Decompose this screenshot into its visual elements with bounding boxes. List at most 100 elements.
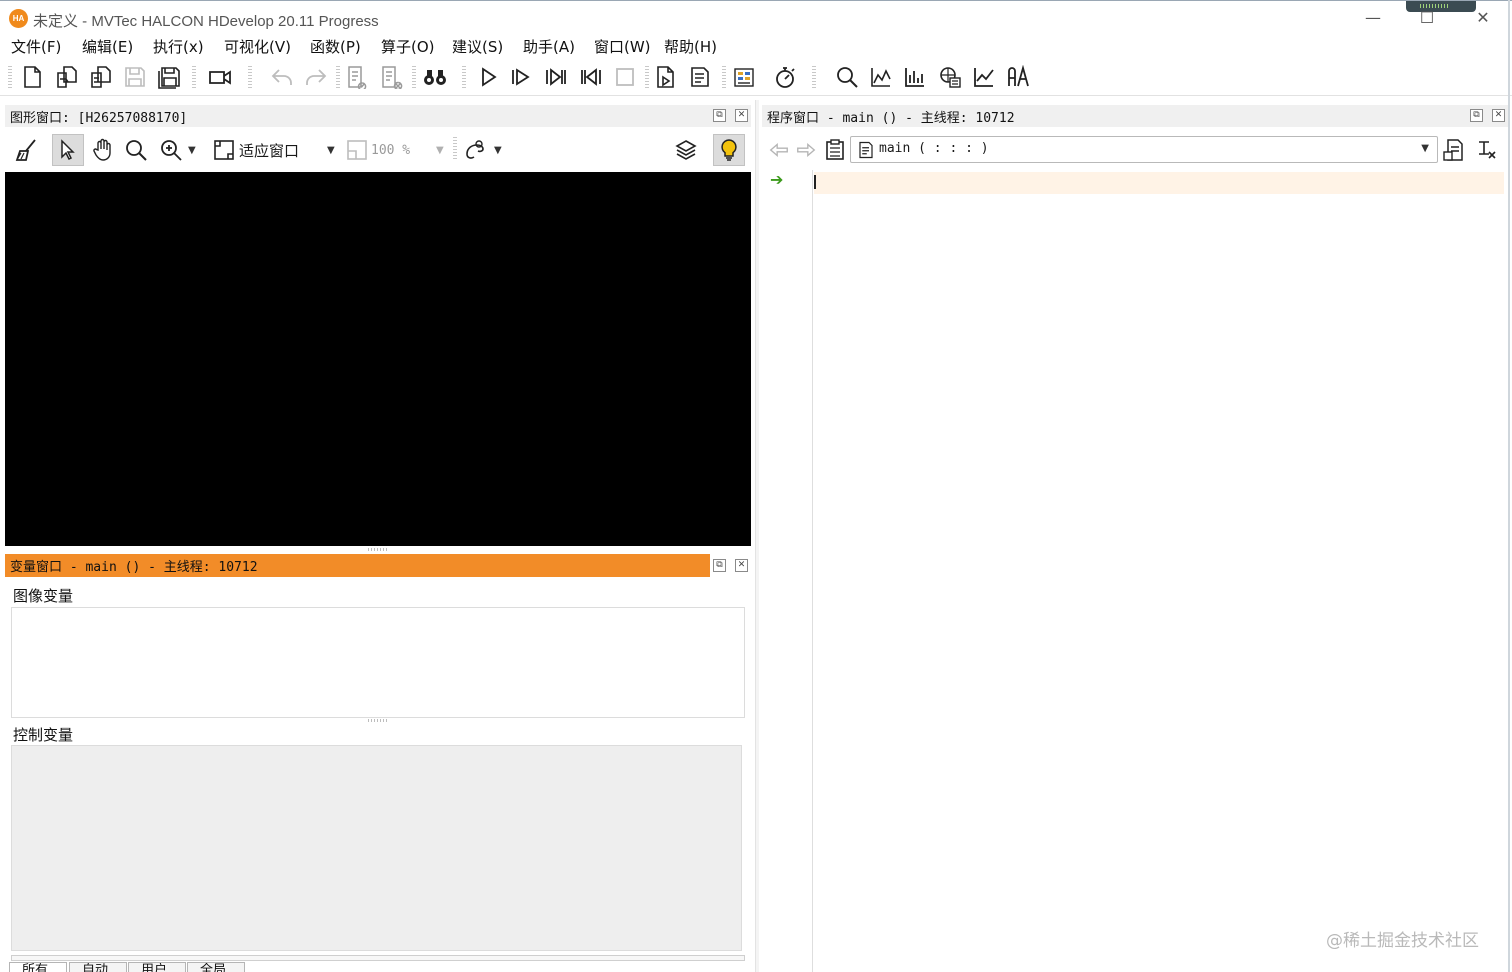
image-variables-label: 图像变量 xyxy=(13,587,74,605)
toolbar-separator xyxy=(336,66,340,88)
toolbar-separator xyxy=(645,66,649,88)
save-all-icon[interactable] xyxy=(154,62,184,92)
program-listing-icon[interactable] xyxy=(685,62,715,92)
program-window-title: 程序窗口 - main () - 主线程: 10712 xyxy=(767,111,1015,126)
graphics-window-header: 图形窗口: [H26257088170] ⧉ ✕ xyxy=(5,105,751,127)
fit-window-icon[interactable] xyxy=(210,134,238,166)
ocr-font-icon[interactable] xyxy=(1003,62,1033,92)
menu-suggestions[interactable]: 建议(S) xyxy=(452,36,503,57)
stop-icon[interactable] xyxy=(610,62,640,92)
splitter-handle[interactable] xyxy=(368,548,388,551)
maximize-button[interactable]: ☐ xyxy=(1404,1,1450,35)
line-profile-icon[interactable] xyxy=(969,62,999,92)
open-file-icon[interactable] xyxy=(52,62,82,92)
toolbar-separator xyxy=(462,66,466,88)
text-cursor xyxy=(814,175,816,189)
toolbar-separator xyxy=(812,66,816,88)
pointer-select-icon[interactable] xyxy=(52,134,84,166)
minimize-button[interactable]: — xyxy=(1350,1,1396,35)
float-panel-button[interactable]: ⧉ xyxy=(1470,109,1483,122)
zoom-factor-value[interactable]: 100 % xyxy=(371,143,410,158)
binoculars-find-icon[interactable] xyxy=(420,62,450,92)
tab-global[interactable]: 全局 xyxy=(187,962,245,972)
zoom-factor-chevron-icon[interactable]: ▼ xyxy=(436,145,444,156)
current-line-highlight[interactable] xyxy=(814,172,1504,194)
menu-execute[interactable]: 执行(x) xyxy=(153,36,204,57)
panel-divider[interactable] xyxy=(755,100,759,972)
menu-help[interactable]: 帮助(H) xyxy=(664,36,717,57)
open-example-icon[interactable] xyxy=(86,62,116,92)
draw-shape-icon[interactable] xyxy=(460,134,492,166)
procedure-select[interactable]: main ( : : : ) ▼ xyxy=(850,136,1438,163)
watermark-text: @稀土掘金技术社区 xyxy=(1326,931,1479,951)
graphics-canvas[interactable] xyxy=(5,172,751,546)
menu-visualization[interactable]: 可视化(V) xyxy=(224,36,291,57)
clipboard-icon[interactable] xyxy=(823,138,847,162)
program-editor[interactable]: ➔ xyxy=(762,170,1504,972)
menu-file[interactable]: 文件(F) xyxy=(11,36,61,57)
toolbar-separator xyxy=(248,66,252,88)
step-into-icon[interactable] xyxy=(541,62,571,92)
menu-procedures[interactable]: 函数(P) xyxy=(310,36,361,57)
feature-inspection-icon[interactable] xyxy=(935,62,965,92)
procedure-interface-icon[interactable] xyxy=(1475,138,1499,162)
toolbar-grip[interactable] xyxy=(8,66,12,88)
deactivate-line-icon[interactable] xyxy=(377,62,407,92)
close-panel-button[interactable]: ✕ xyxy=(1492,109,1505,122)
zoom-window-icon[interactable] xyxy=(832,62,862,92)
control-variables-list[interactable] xyxy=(11,745,742,951)
toolbar-separator xyxy=(453,137,457,159)
fit-dropdown-chevron-icon[interactable]: ▼ xyxy=(327,145,335,156)
menu-assistants[interactable]: 助手(A) xyxy=(523,36,575,57)
tab-user[interactable]: 用户 xyxy=(128,962,186,972)
back-arrow-icon[interactable] xyxy=(768,139,790,161)
reset-program-icon[interactable] xyxy=(651,62,681,92)
save-icon[interactable] xyxy=(120,62,150,92)
menu-operators[interactable]: 算子(O) xyxy=(381,36,435,57)
menu-edit[interactable]: 编辑(E) xyxy=(82,36,133,57)
program-counter-arrow-icon: ➔ xyxy=(770,170,784,189)
float-panel-button[interactable]: ⧉ xyxy=(713,109,726,122)
procedure-edit-icon[interactable] xyxy=(1442,138,1466,162)
draw-dropdown-chevron-icon[interactable]: ▼ xyxy=(494,145,502,156)
zoom-in-icon[interactable] xyxy=(155,134,187,166)
window-border xyxy=(1508,0,1510,972)
program-toolbar: main ( : : : ) ▼ xyxy=(762,133,1508,167)
new-file-icon[interactable] xyxy=(17,62,47,92)
profiler-stopwatch-icon[interactable] xyxy=(770,62,800,92)
line-gutter[interactable]: ➔ xyxy=(762,170,813,972)
clear-window-broom-icon[interactable] xyxy=(11,134,43,166)
lightbulb-icon[interactable] xyxy=(713,134,745,166)
redo-icon[interactable] xyxy=(301,62,331,92)
close-panel-button[interactable]: ✕ xyxy=(735,109,748,122)
tab-auto[interactable]: 自动 xyxy=(69,962,127,972)
camera-icon[interactable] xyxy=(205,62,235,92)
undo-icon[interactable] xyxy=(267,62,297,92)
zoom-factor-icon xyxy=(343,134,371,166)
fit-window-label[interactable]: 适应窗口 xyxy=(239,140,299,161)
pan-hand-icon[interactable] xyxy=(87,134,119,166)
close-window-button[interactable]: ✕ xyxy=(1460,1,1506,35)
forward-arrow-icon[interactable] xyxy=(795,139,817,161)
zoom-dropdown-chevron-icon[interactable]: ▼ xyxy=(188,145,196,156)
step-out-icon[interactable] xyxy=(576,62,606,92)
gray-histogram-icon[interactable] xyxy=(866,62,896,92)
image-variables-list[interactable] xyxy=(11,607,745,718)
title-bar: HA 未定义 - MVTec HALCON HDevelop 20.11 Pro… xyxy=(0,0,1512,34)
feature-histogram-icon[interactable] xyxy=(900,62,930,92)
splitter-handle[interactable] xyxy=(368,719,388,722)
run-icon[interactable] xyxy=(473,62,503,92)
main-toolbar xyxy=(0,58,1512,96)
variable-window-header: 变量窗口 - main () - 主线程: 10712 xyxy=(5,554,710,577)
float-panel-button[interactable]: ⧉ xyxy=(713,559,726,572)
tab-all[interactable]: 所有 xyxy=(9,962,67,972)
step-over-icon[interactable] xyxy=(506,62,536,92)
menu-window[interactable]: 窗口(W) xyxy=(594,36,651,57)
horizontal-scrollbar[interactable] xyxy=(11,955,745,961)
close-panel-button[interactable]: ✕ xyxy=(735,559,748,572)
inspect-variables-icon[interactable] xyxy=(729,62,759,92)
variable-window-title: 变量窗口 - main () - 主线程: 10712 xyxy=(10,560,258,575)
activate-line-icon[interactable] xyxy=(343,62,373,92)
magnify-icon[interactable] xyxy=(120,134,152,166)
layers-icon[interactable] xyxy=(670,134,702,166)
